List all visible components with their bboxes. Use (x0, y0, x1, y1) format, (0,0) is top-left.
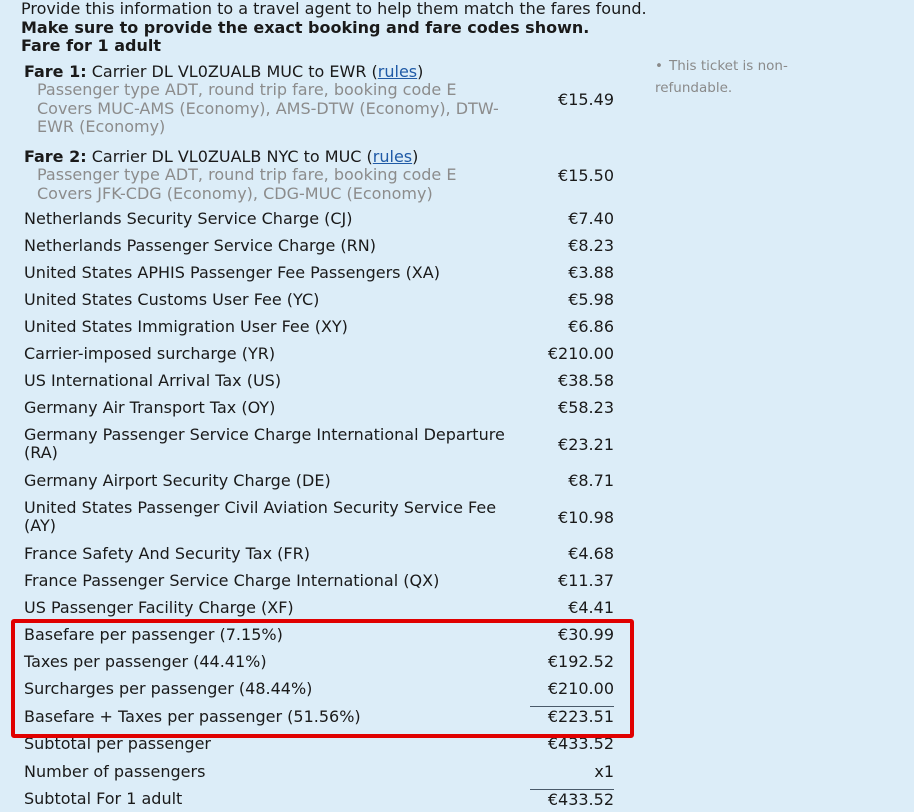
fare-1-label: Fare 1: Carrier DL VL0ZUALB MUC to EWR (… (24, 61, 524, 137)
tax-label: France Passenger Service Charge Internat… (24, 571, 440, 590)
summary-label: Subtotal per passenger (24, 734, 211, 753)
tax-row-rn: Netherlands Passenger Service Charge (RN… (24, 232, 614, 259)
tax-label: United States Immigration User Fee (XY) (24, 317, 348, 336)
tax-amount: €4.68 (568, 544, 614, 563)
tax-label: Germany Air Transport Tax (OY) (24, 398, 276, 417)
tax-amount: €210.00 (547, 344, 614, 363)
summary-passenger-count-row: Number of passengers x1 (24, 757, 614, 785)
fare-2-carrier: Carrier DL VL0ZUALB NYC to MUC ( (91, 146, 373, 166)
fare-1-amount: €15.49 (558, 90, 614, 109)
tax-label: Germany Airport Security Charge (DE) (24, 471, 331, 490)
summary-label: Basefare per passenger (7.15%) (24, 625, 283, 644)
summary-amount: €192.52 (547, 652, 614, 671)
fare-2-rules-link[interactable]: rules (373, 147, 412, 166)
tax-amount: €5.98 (568, 290, 614, 309)
fare-2-passenger: Passenger type ADT, round trip fare, boo… (37, 165, 457, 185)
summary-amount: x1 (594, 761, 614, 781)
tax-label: United States Passenger Civil Aviation S… (24, 497, 497, 535)
intro-line-3: Fare for 1 adult (21, 36, 161, 55)
tax-label: US International Arrival Tax (US) (24, 371, 282, 390)
tax-amount: €11.37 (558, 571, 614, 590)
tax-label: France Safety And Security Tax (FR) (24, 544, 310, 563)
tax-row-oy: Germany Air Transport Tax (OY) €58.23 (24, 394, 614, 421)
tax-label: Netherlands Security Service Charge (CJ) (24, 209, 353, 228)
tax-amount: €3.88 (568, 263, 614, 282)
tax-row-yr: Carrier-imposed surcharge (YR) €210.00 (24, 340, 614, 367)
tax-amount: €58.23 (558, 398, 614, 417)
tax-amount: €10.98 (558, 507, 614, 527)
fare-row-2: Fare 2: Carrier DL VL0ZUALB NYC to MUC (… (24, 146, 614, 205)
fare-1-passenger: Passenger type ADT, round trip fare, boo… (37, 80, 457, 99)
tax-label: United States APHIS Passenger Fee Passen… (24, 263, 440, 282)
tax-row-us: US International Arrival Tax (US) €38.58 (24, 367, 614, 394)
fare-1-title: Fare 1: (24, 61, 87, 81)
tax-amount: €8.71 (568, 471, 614, 490)
summary-label: Number of passengers (24, 761, 206, 781)
summary-taxes-row: Taxes per passenger (44.41%) €192.52 (24, 648, 614, 675)
fare-1-carrier: Carrier DL VL0ZUALB MUC to EWR ( (91, 61, 378, 81)
fare-1-rules-link[interactable]: rules (378, 62, 417, 81)
tax-row-qx: France Passenger Service Charge Internat… (24, 567, 614, 594)
tax-row-xf: US Passenger Facility Charge (XF) €4.41 (24, 594, 614, 621)
refund-note-text: This ticket is non-refundable. (655, 58, 788, 96)
fare-row-1: Fare 1: Carrier DL VL0ZUALB MUC to EWR (… (24, 59, 614, 140)
fare-2-covers: Covers JFK-CDG (Economy), CDG-MUC (Econo… (37, 183, 433, 203)
fare-breakdown-table: Fare 1: Carrier DL VL0ZUALB MUC to EWR (… (24, 59, 614, 812)
fare-2-amount: €15.50 (558, 166, 614, 185)
tax-amount: €23.21 (558, 434, 614, 454)
summary-label: Taxes per passenger (44.41%) (24, 652, 267, 671)
summary-amount: €30.99 (558, 625, 614, 644)
tax-amount: €38.58 (558, 371, 614, 390)
summary-amount: €223.51 (530, 706, 614, 726)
summary-subtotal-row: Subtotal For 1 adult €433.52 (24, 785, 614, 812)
summary-basefare-taxes-row: Basefare + Taxes per passenger (51.56%) … (24, 702, 614, 730)
tax-row-de: Germany Airport Security Charge (DE) €8.… (24, 467, 614, 494)
tax-amount: €6.86 (568, 317, 614, 336)
bullet-icon: • (655, 58, 663, 74)
summary-subtotal-per-passenger-row: Subtotal per passenger €433.52 (24, 730, 614, 757)
tax-row-ra: Germany Passenger Service Charge Interna… (24, 421, 614, 467)
tax-row-xa: United States APHIS Passenger Fee Passen… (24, 259, 614, 286)
summary-label: Surcharges per passenger (48.44%) (24, 679, 313, 698)
tax-row-cj: Netherlands Security Service Charge (CJ)… (24, 205, 614, 232)
summary-label: Subtotal For 1 adult (24, 789, 183, 808)
summary-surcharges-row: Surcharges per passenger (48.44%) €210.0… (24, 675, 614, 702)
tax-row-ay: United States Passenger Civil Aviation S… (24, 494, 614, 540)
tax-label: Germany Passenger Service Charge Interna… (24, 424, 505, 462)
fare-2-label: Fare 2: Carrier DL VL0ZUALB NYC to MUC (… (24, 146, 524, 204)
summary-amount: €433.52 (547, 734, 614, 753)
tax-amount: €4.41 (568, 598, 614, 617)
intro-line-1: Provide this information to a travel age… (21, 0, 647, 18)
fare-1-close-paren: ) (417, 61, 424, 81)
tax-row-fr: France Safety And Security Tax (FR) €4.6… (24, 540, 614, 567)
summary-basefare-row: Basefare per passenger (7.15%) €30.99 (24, 621, 614, 648)
summary-label: Basefare + Taxes per passenger (51.56%) (24, 706, 361, 726)
tax-row-yc: United States Customs User Fee (YC) €5.9… (24, 286, 614, 313)
fare-2-close-paren: ) (412, 146, 419, 166)
intro-line-2: Make sure to provide the exact booking a… (21, 17, 590, 37)
fare-1-covers: Covers MUC-AMS (Economy), AMS-DTW (Econo… (37, 98, 499, 136)
tax-amount: €7.40 (568, 209, 614, 228)
tax-amount: €8.23 (568, 236, 614, 255)
tax-label: Netherlands Passenger Service Charge (RN… (24, 236, 376, 255)
summary-amount: €433.52 (530, 788, 614, 809)
tax-label: United States Customs User Fee (YC) (24, 290, 320, 309)
refund-note: • This ticket is non-refundable. (655, 55, 825, 99)
fare-2-title: Fare 2: (24, 146, 87, 166)
tax-label: US Passenger Facility Charge (XF) (24, 598, 294, 617)
tax-row-xy: United States Immigration User Fee (XY) … (24, 313, 614, 340)
summary-amount: €210.00 (547, 679, 614, 698)
tax-label: Carrier-imposed surcharge (YR) (24, 344, 276, 363)
intro-text: Provide this information to a travel age… (21, 0, 661, 56)
